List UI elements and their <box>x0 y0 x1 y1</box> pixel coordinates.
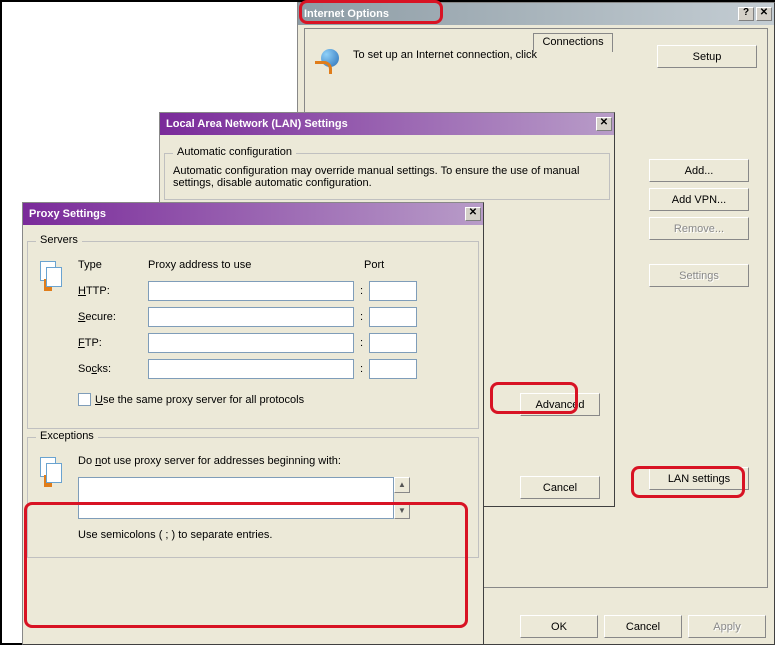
http-port-input[interactable] <box>369 281 417 301</box>
exceptions-label: Do not use proxy server for addresses be… <box>78 455 470 467</box>
advanced-button[interactable]: Advanced <box>520 393 600 416</box>
globe-icon <box>315 45 347 77</box>
col-port: Port <box>364 259 424 271</box>
scroll-down-button[interactable]: ▼ <box>394 503 410 519</box>
dialog-buttons: OK Cancel Apply <box>520 615 766 638</box>
col-addr: Proxy address to use <box>148 259 364 271</box>
lan-settings-titlebar: Local Area Network (LAN) Settings ✕ <box>160 113 614 135</box>
setup-button[interactable]: Setup <box>657 45 757 68</box>
servers-icon <box>36 259 68 291</box>
ftp-port-input[interactable] <box>369 333 417 353</box>
help-button[interactable]: ? <box>738 7 754 21</box>
same-proxy-checkbox[interactable] <box>78 393 91 406</box>
row-secure-label: Secure: <box>78 311 148 323</box>
remove-button[interactable]: Remove... <box>649 217 749 240</box>
col-type: Type <box>78 259 148 271</box>
ftp-address-input[interactable] <box>148 333 354 353</box>
row-http-label: HTTP: <box>78 285 148 297</box>
exceptions-textarea[interactable] <box>78 477 394 519</box>
tab-connections[interactable]: Connections <box>533 33 612 52</box>
scroll-up-button[interactable]: ▲ <box>394 477 410 493</box>
row-socks-label: Socks: <box>78 363 148 375</box>
servers-group-title: Servers <box>36 234 82 246</box>
lan-settings-button[interactable]: LAN settings <box>649 467 749 490</box>
secure-address-input[interactable] <box>148 307 354 327</box>
proxy-settings-dialog: Proxy Settings ✕ Servers Type Proxy addr… <box>22 202 484 645</box>
same-proxy-label: Use the same proxy server for all protoc… <box>95 394 304 406</box>
settings-button[interactable]: Settings <box>649 264 749 287</box>
lan-cancel-button[interactable]: Cancel <box>520 476 600 499</box>
close-button[interactable]: ✕ <box>756 7 772 21</box>
auto-config-group-title: Automatic configuration <box>173 146 296 158</box>
proxy-settings-titlebar: Proxy Settings ✕ <box>23 203 483 225</box>
exceptions-hint: Use semicolons ( ; ) to separate entries… <box>78 529 470 541</box>
socks-address-input[interactable] <box>148 359 354 379</box>
exceptions-group-title: Exceptions <box>36 430 98 442</box>
internet-options-title: Internet Options <box>302 8 736 20</box>
add-vpn-button[interactable]: Add VPN... <box>649 188 749 211</box>
proxy-settings-title: Proxy Settings <box>27 208 463 220</box>
cancel-button[interactable]: Cancel <box>604 615 682 638</box>
http-address-input[interactable] <box>148 281 354 301</box>
socks-port-input[interactable] <box>369 359 417 379</box>
ok-button[interactable]: OK <box>520 615 598 638</box>
exceptions-icon <box>36 455 68 487</box>
add-button[interactable]: Add... <box>649 159 749 182</box>
close-button[interactable]: ✕ <box>465 207 481 221</box>
auto-config-text: Automatic configuration may override man… <box>173 165 583 189</box>
secure-port-input[interactable] <box>369 307 417 327</box>
close-button[interactable]: ✕ <box>596 117 612 131</box>
apply-button[interactable]: Apply <box>688 615 766 638</box>
row-ftp-label: FTP: <box>78 337 148 349</box>
lan-settings-title: Local Area Network (LAN) Settings <box>164 118 594 130</box>
internet-options-titlebar: Internet Options ? ✕ <box>298 3 774 25</box>
